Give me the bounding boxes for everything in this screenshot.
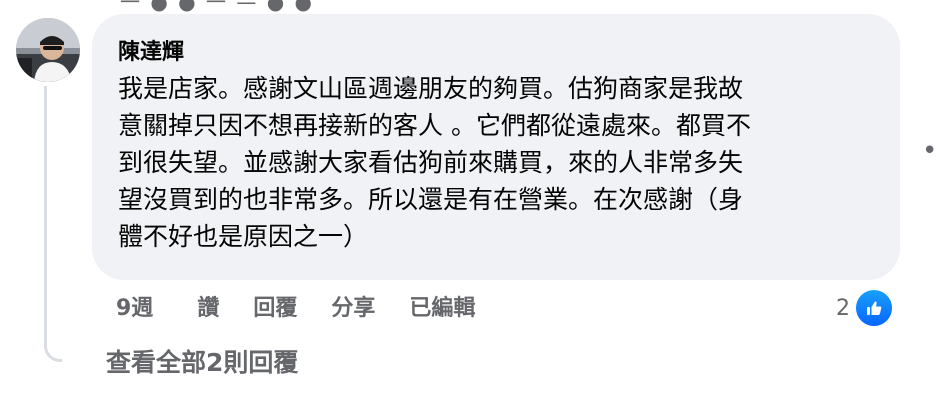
reaction-count: 2 bbox=[836, 295, 850, 321]
comment-text-line: 到很失望。並感謝大家看估狗前來購買，來的人非常多失 bbox=[118, 148, 744, 177]
avatar-photo bbox=[16, 18, 80, 82]
comment-text: 我是店家。感謝文山區週邊朋友的夠買。估狗商家是我故 意關掉只因不想再接新的客人 … bbox=[118, 70, 888, 255]
more-dots-icon[interactable]: •• bbox=[922, 136, 940, 166]
reply-button[interactable]: 回覆 bbox=[253, 290, 297, 322]
comment-text-line: 我是店家。感謝文山區週邊朋友的夠買。估狗商家是我故 bbox=[118, 74, 744, 103]
comment-author-name[interactable]: 陳達輝 bbox=[118, 34, 184, 66]
comment-text-line: 體不好也是原因之一） bbox=[118, 222, 369, 251]
avatar[interactable] bbox=[16, 18, 80, 82]
thumbs-up-icon bbox=[854, 288, 894, 328]
reaction-summary[interactable]: 2 bbox=[836, 288, 894, 328]
comment-text-line: 望沒買到的也非常多。所以還是有在營業。在次感謝（身 bbox=[118, 185, 744, 214]
comment-timestamp[interactable]: 9週 bbox=[116, 290, 153, 322]
view-all-replies-link[interactable]: 查看全部2則回覆 bbox=[106, 343, 298, 379]
comment-text-line: 意關掉只因不想再接新的客人 。它們都從遠處來。都買不 bbox=[118, 111, 751, 140]
share-button[interactable]: 分享 bbox=[331, 290, 375, 322]
reply-thread-line bbox=[44, 86, 62, 362]
comment-bubble: 陳達輝 我是店家。感謝文山區週邊朋友的夠買。估狗商家是我故 意關掉只因不想再接新… bbox=[92, 14, 900, 280]
like-button[interactable]: 讚 bbox=[197, 290, 219, 322]
comment-actions: 9週 讚 回覆 分享 已編輯 bbox=[116, 290, 475, 322]
edited-label[interactable]: 已編輯 bbox=[409, 290, 475, 322]
previous-content-cutoff: 一 ● ● 一 — ● ● bbox=[120, 0, 314, 14]
